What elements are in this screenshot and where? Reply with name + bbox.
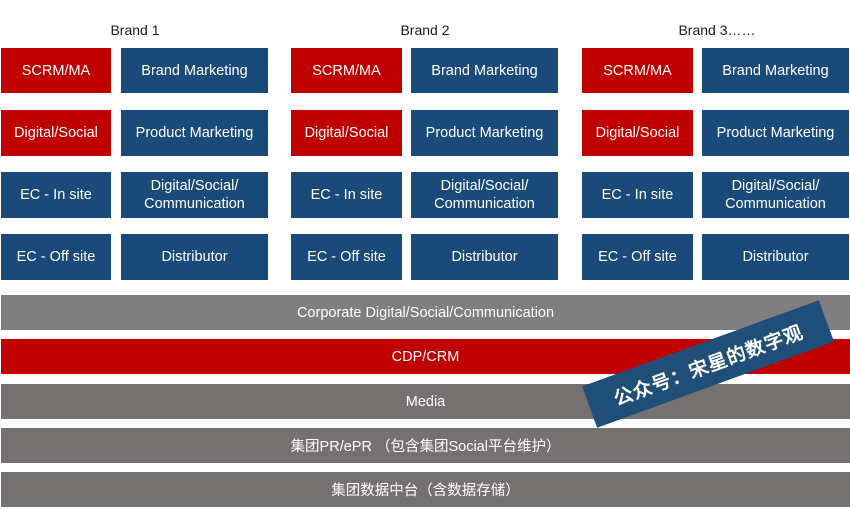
brand-1-product-marketing: Product Marketing bbox=[121, 110, 268, 156]
layer-group-data-platform: 集团数据中台（含数据存储） bbox=[1, 472, 850, 507]
brand-3-digital-social-communication: Digital/Social/ Communication bbox=[702, 172, 849, 218]
brand-2-ec-in-site: EC - In site bbox=[291, 172, 402, 218]
brand-3-brand-marketing: Brand Marketing bbox=[702, 48, 849, 93]
brand-2-ec-off-site: EC - Off site bbox=[291, 234, 402, 280]
brand-3-product-marketing: Product Marketing bbox=[702, 110, 849, 156]
brand-2-digital-social: Digital/Social bbox=[291, 110, 402, 156]
layer-media: Media bbox=[1, 384, 850, 419]
brand-1-ec-off-site: EC - Off site bbox=[1, 234, 111, 280]
layer-corporate-digital-social: Corporate Digital/Social/Communication bbox=[1, 295, 850, 330]
brand-2-title: Brand 2 bbox=[400, 22, 450, 38]
brand-3-ec-in-site: EC - In site bbox=[582, 172, 693, 218]
brand-3-digital-social: Digital/Social bbox=[582, 110, 693, 156]
brand-2-digital-social-communication: Digital/Social/ Communication bbox=[411, 172, 558, 218]
brand-1-digital-social: Digital/Social bbox=[1, 110, 111, 156]
brand-1-title: Brand 1 bbox=[110, 22, 160, 38]
layer-group-pr-epr: 集团PR/ePR （包含集团Social平台维护） bbox=[1, 428, 850, 463]
brand-3-title: Brand 3…… bbox=[678, 22, 756, 38]
brand-3-distributor: Distributor bbox=[702, 234, 849, 280]
brand-2-scrm-ma: SCRM/MA bbox=[291, 48, 402, 93]
brand-1-distributor: Distributor bbox=[121, 234, 268, 280]
brand-1-ec-in-site: EC - In site bbox=[1, 172, 111, 218]
brand-2-brand-marketing: Brand Marketing bbox=[411, 48, 558, 93]
brand-2-distributor: Distributor bbox=[411, 234, 558, 280]
brand-1-scrm-ma: SCRM/MA bbox=[1, 48, 111, 93]
brand-1-brand-marketing: Brand Marketing bbox=[121, 48, 268, 93]
brand-3-ec-off-site: EC - Off site bbox=[582, 234, 693, 280]
brand-3-scrm-ma: SCRM/MA bbox=[582, 48, 693, 93]
brand-2-product-marketing: Product Marketing bbox=[411, 110, 558, 156]
brand-1-digital-social-communication: Digital/Social/ Communication bbox=[121, 172, 268, 218]
